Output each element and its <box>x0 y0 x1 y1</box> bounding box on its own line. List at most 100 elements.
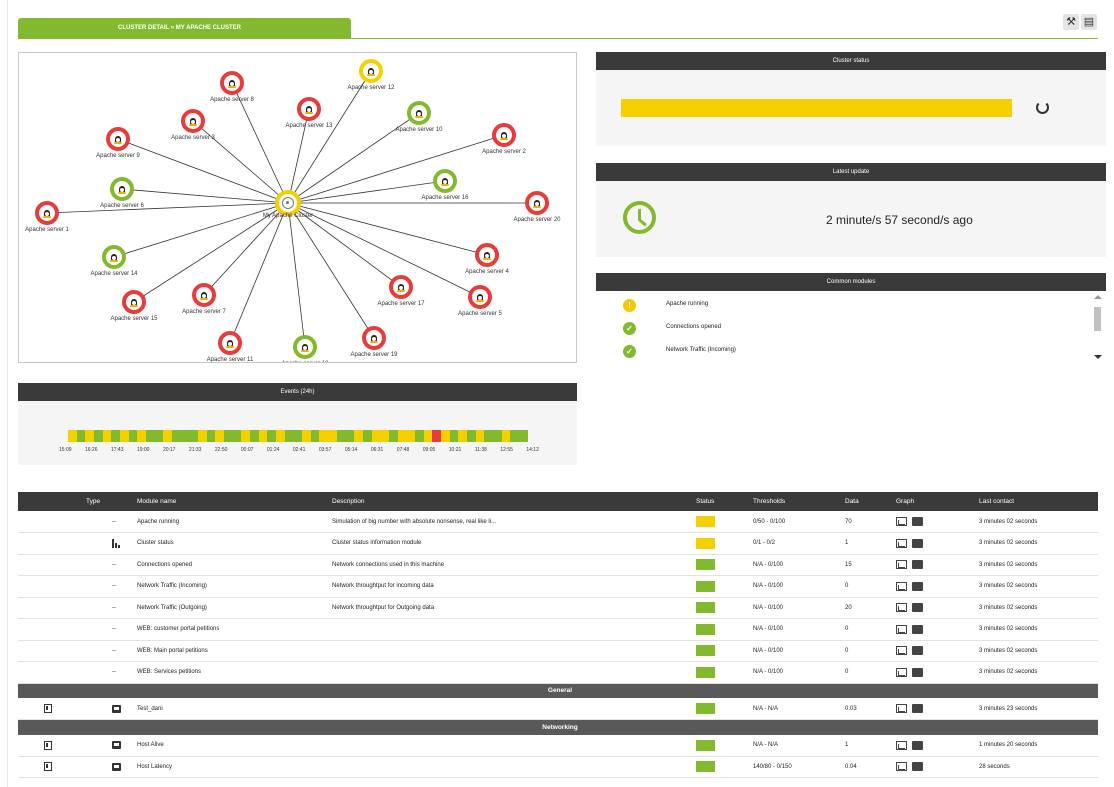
server-node-label[interactable]: Apache server 1 <box>19 227 97 233</box>
server-node-label[interactable]: Apache server 12 <box>321 85 421 91</box>
event-segment[interactable] <box>293 430 303 442</box>
event-segment[interactable] <box>414 430 424 442</box>
server-node-label[interactable]: Apache server 14 <box>64 271 164 277</box>
common-module-item[interactable]: ! Apache running <box>596 295 1106 317</box>
table-row[interactable]: -- Connections opened Network connections … <box>18 554 1098 576</box>
event-segment[interactable] <box>128 430 138 442</box>
event-segment[interactable] <box>458 430 467 442</box>
event-segment[interactable] <box>198 430 207 442</box>
event-segment[interactable] <box>440 430 450 442</box>
common-module-item[interactable]: ✓ Network Traffic (Incoming) <box>596 341 1106 363</box>
server-node[interactable] <box>181 109 205 133</box>
module-name-cell[interactable]: WEB: Main portal petitions <box>133 640 328 662</box>
raw-data-icon[interactable] <box>912 704 923 713</box>
event-segment[interactable] <box>510 430 519 442</box>
server-node-label[interactable]: Apache server 19 <box>324 352 424 358</box>
event-segment[interactable] <box>206 430 216 442</box>
server-node-label[interactable]: Apache server 4 <box>437 269 537 275</box>
event-segment[interactable] <box>449 430 459 442</box>
event-segment[interactable] <box>371 430 381 442</box>
server-node-label[interactable]: Apache server 16 <box>395 195 495 201</box>
server-node-label[interactable]: Apache server 9 <box>68 153 168 159</box>
refresh-icon[interactable] <box>1036 101 1049 114</box>
server-node[interactable] <box>525 191 549 215</box>
server-node[interactable] <box>192 283 216 307</box>
event-segment[interactable] <box>466 430 476 442</box>
module-name-cell[interactable]: Network Traffic (Outgoing) <box>133 597 328 619</box>
event-segment[interactable] <box>146 430 155 442</box>
event-segment[interactable] <box>380 430 389 442</box>
raw-data-icon[interactable] <box>912 581 923 591</box>
server-node-label[interactable]: Apache server 2 <box>454 149 554 155</box>
module-name-cell[interactable]: Connections opened <box>133 554 328 576</box>
table-header-cell[interactable]: Status <box>692 492 749 511</box>
event-segment[interactable] <box>102 430 112 442</box>
server-node-label[interactable]: Apache server 11 <box>180 357 280 362</box>
server-node[interactable] <box>293 335 317 359</box>
server-node[interactable] <box>220 71 244 95</box>
event-segment[interactable] <box>406 430 415 442</box>
event-segment[interactable] <box>258 430 268 442</box>
event-segment[interactable] <box>310 430 320 442</box>
graph-icon[interactable] <box>896 624 907 634</box>
table-header-cell[interactable]: Thresholds <box>749 492 841 511</box>
event-segment[interactable] <box>215 430 225 442</box>
table-row[interactable]: Host Alive N/A - N/A 1 1 minutes 20 seconds <box>18 734 1098 757</box>
table-row[interactable]: -- WEB: Services petitions N/A - 0/100 0 3 m… <box>18 661 1098 684</box>
raw-data-icon[interactable] <box>912 667 923 677</box>
event-segment[interactable] <box>354 430 363 442</box>
raw-data-icon[interactable] <box>912 517 923 526</box>
common-module-item[interactable]: ✓ Connections opened <box>596 318 1106 340</box>
scroll-down-icon[interactable] <box>1094 355 1102 359</box>
raw-data-icon[interactable] <box>912 603 923 613</box>
event-segment[interactable] <box>76 430 86 442</box>
module-name-cell[interactable]: Host Latency <box>133 756 328 778</box>
event-segment[interactable] <box>111 430 121 442</box>
event-segment[interactable] <box>423 430 433 442</box>
table-row[interactable]: -- Network Traffic (Incoming) Network thro… <box>18 575 1098 598</box>
table-row[interactable]: Host Latency 140/80 - 0/150 0.04 28 seconds <box>18 756 1098 778</box>
server-node-label[interactable]: Apache server 17 <box>351 301 451 307</box>
event-segment[interactable] <box>180 430 190 442</box>
event-segment[interactable] <box>267 430 277 442</box>
module-name-cell[interactable]: WEB: Services petitions <box>133 661 328 684</box>
table-row[interactable]: -- Network Traffic (Outgoing) Network thro… <box>18 597 1098 619</box>
raw-data-icon[interactable] <box>912 740 923 750</box>
raw-data-icon[interactable] <box>912 560 923 570</box>
table-header-cell[interactable]: Last contact <box>975 492 1098 511</box>
graph-icon[interactable] <box>896 517 907 526</box>
scroll-up-icon[interactable] <box>1094 295 1102 299</box>
modules-scrollbar[interactable] <box>1093 295 1102 365</box>
event-segment[interactable] <box>137 430 147 442</box>
server-node[interactable] <box>297 97 321 121</box>
server-node[interactable] <box>362 326 386 350</box>
event-segment[interactable] <box>120 430 129 442</box>
force-check-icon[interactable] <box>44 704 52 713</box>
server-node[interactable] <box>492 123 516 147</box>
server-node-label[interactable]: Apache server 13 <box>259 123 359 129</box>
event-segment[interactable] <box>345 430 355 442</box>
server-node-label[interactable]: Apache server 8 <box>182 97 282 103</box>
tools-icon[interactable]: ⚒ <box>1063 14 1079 30</box>
event-segment[interactable] <box>163 430 173 442</box>
event-segment[interactable] <box>302 430 311 442</box>
module-name-cell[interactable]: Host Alive <box>133 734 328 757</box>
server-node-label[interactable]: Apache server 10 <box>369 127 469 133</box>
module-name-cell[interactable]: Cluster status <box>133 532 328 555</box>
raw-data-icon[interactable] <box>912 762 923 772</box>
module-name-cell[interactable]: Test_dani <box>133 698 328 720</box>
server-node[interactable] <box>35 201 59 225</box>
raw-data-icon[interactable] <box>912 624 923 634</box>
raw-data-icon[interactable] <box>912 646 923 656</box>
event-segment[interactable] <box>397 430 407 442</box>
event-segment[interactable] <box>388 430 398 442</box>
table-header-cell[interactable]: Graph <box>892 492 975 511</box>
table-header-cell[interactable]: Type <box>82 492 133 511</box>
graph-icon[interactable] <box>896 646 907 656</box>
server-node[interactable] <box>389 275 413 299</box>
event-segment[interactable] <box>336 430 346 442</box>
module-name-cell[interactable]: Apache running <box>133 511 328 533</box>
table-row[interactable]: -- WEB: customer portal petitions N/A - 0/… <box>18 618 1098 641</box>
event-segment[interactable] <box>154 430 164 442</box>
table-header-cell[interactable] <box>18 492 82 511</box>
